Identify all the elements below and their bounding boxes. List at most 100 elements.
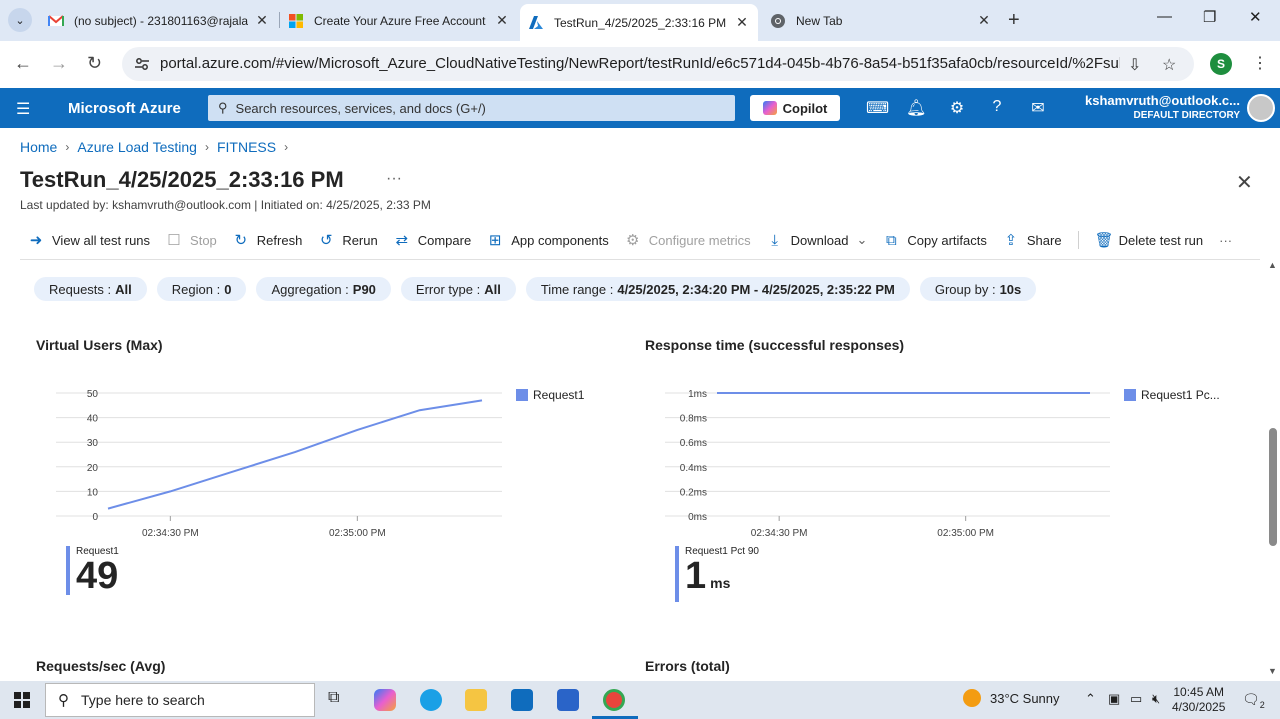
search-placeholder: Type here to search [81,692,205,708]
y-tick-label: 10 [87,487,99,498]
network-icon[interactable]: ▭ [1130,691,1142,707]
avatar[interactable] [1247,94,1275,122]
outlook-icon[interactable] [511,689,533,711]
azure-icon [529,15,543,29]
close-icon[interactable]: ✕ [494,12,510,29]
more-commands-icon[interactable]: ··· [1219,233,1232,248]
close-icon[interactable]: ✕ [734,14,750,31]
page-scrollbar[interactable]: ▲ ▼ [1266,260,1280,680]
toolbar-divider [1077,231,1079,249]
copilot-taskbar-icon[interactable] [374,689,396,711]
filter-group-by[interactable]: Group by :10s [919,277,1037,301]
azure-header: ☰ Microsoft Azure ⚲ Search resources, se… [0,88,1280,128]
windows-taskbar: ⚲ Type here to search ⧉ 33°C Sunny ⌃ ▣ ▭… [0,681,1280,719]
clock-date: 4/30/2025 [1172,700,1226,714]
site-info-icon[interactable] [134,56,150,72]
notification-center-icon[interactable]: 🗨︎2 [1242,691,1265,710]
configure-metrics-button[interactable]: ⚙ Configure metrics [625,231,751,249]
download-button[interactable]: ⤓ Download ⌄ [767,232,867,249]
breadcrumb-load-testing[interactable]: Azure Load Testing [77,139,197,155]
vu-legend-item[interactable]: Request1 [516,388,584,402]
back-arrow-icon[interactable]: ← [14,53,32,74]
filter-label: Error type : [415,281,481,297]
feedback-icon[interactable]: ✉ [1028,98,1048,118]
filter-time-range[interactable]: Time range :4/25/2025, 2:34:20 PM - 4/25… [525,277,910,301]
tab-azure-free-account[interactable]: Create Your Azure Free Account O ✕ [280,6,518,35]
view-all-test-runs-button[interactable]: ➜ View all test runs [28,231,150,249]
edge-icon[interactable] [420,689,442,711]
hamburger-menu-icon[interactable]: ☰ [16,99,30,119]
install-app-icon[interactable]: ⇩ [1128,55,1141,75]
brand-title[interactable]: Microsoft Azure [68,100,181,117]
address-bar[interactable]: portal.azure.com/#view/Microsoft_Azure_C… [122,47,1194,81]
filter-error-type[interactable]: Error type : All [400,277,516,301]
cloud-shell-icon[interactable]: ⌨ [866,98,889,118]
filter-region[interactable]: Region :0 [156,277,247,301]
button-label: Copy artifacts [907,232,987,248]
notifications-bell-icon[interactable]: 🔔︎ [906,98,926,118]
close-icon[interactable]: ✕ [976,12,992,29]
weather-text[interactable]: 33°C Sunny [990,691,1060,706]
scroll-down-icon[interactable]: ▼ [1268,666,1277,676]
settings-gear-icon[interactable]: ⚙ [947,98,967,118]
profile-avatar[interactable]: S [1210,53,1232,75]
app-components-icon: ⊞ [488,232,502,249]
file-explorer-icon[interactable] [465,689,487,711]
store-icon[interactable] [557,689,579,711]
x-tick-label: 02:35:00 PM [937,528,994,539]
minimize-icon[interactable]: — [1157,8,1172,25]
bookmark-star-icon[interactable]: ☆ [1162,55,1176,75]
compare-button[interactable]: ⇄ Compare [394,231,471,249]
delete-test-run-button[interactable]: 🗑︎ Delete test run [1095,231,1204,249]
window-close-icon[interactable]: ✕ [1249,8,1262,26]
account-info[interactable]: kshamvruth@outlook.c... DEFAULT DIRECTOR… [1085,93,1240,121]
system-clock[interactable]: 10:45 AM 4/30/2025 [1172,685,1225,715]
browser-menu-icon[interactable]: ⋮ [1252,53,1268,73]
global-search-input[interactable]: ⚲ Search resources, services, and docs (… [208,95,735,121]
tab-search-chevron-icon[interactable]: ⌄ [8,8,32,32]
button-label: Configure metrics [648,232,751,248]
tab-new-tab[interactable]: New Tab ✕ [762,6,1000,35]
page-title: TestRun_4/25/2025_2:33:16 PM [20,167,344,192]
filter-requests[interactable]: Requests : All [34,277,147,301]
more-options-icon[interactable]: ··· [386,170,402,188]
forward-arrow-icon[interactable]: → [50,53,68,74]
scrollbar-thumb[interactable] [1269,428,1277,546]
chrome-taskbar-icon[interactable] [603,689,625,711]
tab-title: TestRun_4/25/2025_2:33:16 PM - N [554,15,728,30]
breadcrumb-home[interactable]: Home [20,139,57,155]
rt-legend-item[interactable]: Request1 Pc... [1124,388,1220,402]
copy-artifacts-button[interactable]: ⧉ Copy artifacts [883,232,987,249]
restore-icon[interactable]: ❐ [1203,8,1216,26]
scroll-up-icon[interactable]: ▲ [1268,260,1277,270]
rt-summary-stat: Request1 Pct 90 1 ms [675,546,759,602]
meet-now-icon[interactable]: ▣ [1108,691,1120,707]
tab-testrun[interactable]: TestRun_4/25/2025_2:33:16 PM - N ✕ [520,4,758,41]
search-icon: ⚲ [218,100,228,115]
copilot-button[interactable]: Copilot [750,95,840,121]
taskbar-search-input[interactable]: ⚲ Type here to search [45,683,315,717]
app-components-button[interactable]: ⊞ App components [487,231,609,249]
tray-chevron-up-icon[interactable]: ⌃ [1085,691,1096,707]
tab-gmail[interactable]: (no subject) - 231801163@rajalak ✕ [40,6,278,35]
filter-value: All [115,281,132,297]
help-icon[interactable]: ? [987,98,1007,116]
close-icon[interactable]: ✕ [254,12,270,29]
refresh-button[interactable]: ↻ Refresh [233,231,302,249]
new-tab-plus-icon[interactable]: + [1008,9,1020,32]
rerun-button[interactable]: ↺ Rerun [318,231,378,249]
y-tick-label: 0.4ms [680,463,707,474]
breadcrumb-fitness[interactable]: FITNESS [217,139,276,155]
gear-icon: ⚙ [626,232,640,249]
y-tick-label: 0 [92,512,98,523]
stop-button[interactable]: ☐ Stop [166,231,216,249]
close-blade-icon[interactable]: ✕ [1236,170,1253,195]
filter-aggregation[interactable]: Aggregation : P90 [256,277,391,301]
weather-sun-icon[interactable] [963,689,981,707]
task-view-icon[interactable]: ⧉ [328,689,339,707]
share-button[interactable]: ⇪ Share [1003,231,1062,249]
windows-start-icon[interactable] [14,692,30,708]
vu-chart-title: Virtual Users (Max) [36,337,163,353]
volume-mute-icon[interactable]: 🔇︎ [1152,691,1160,707]
reload-icon[interactable]: ↻ [87,53,102,74]
